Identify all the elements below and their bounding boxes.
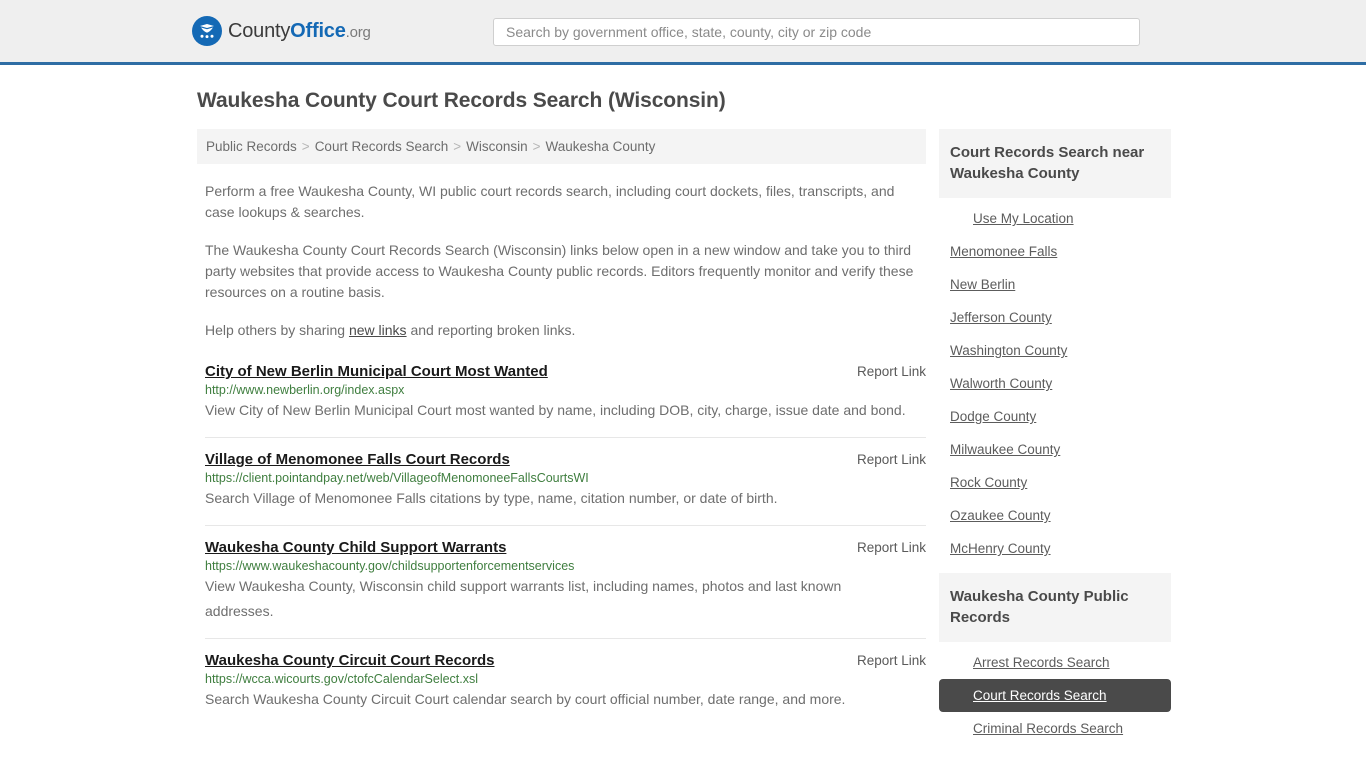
result-title-link[interactable]: Village of Menomonee Falls Court Records [205,451,510,468]
result-url[interactable]: https://client.pointandpay.net/web/Villa… [205,471,926,485]
site-logo-text: CountyOffice.org [228,20,371,43]
breadcrumb-separator: > [453,139,462,154]
intro-paragraph-1: Perform a free Waukesha County, WI publi… [205,183,895,220]
result-title-link[interactable]: City of New Berlin Municipal Court Most … [205,363,548,380]
breadcrumb-item-2[interactable]: Wisconsin [466,139,528,154]
result-header: Village of Menomonee Falls Court Records… [205,451,926,468]
result-title-link[interactable]: Waukesha County Child Support Warrants [205,539,506,556]
breadcrumb-item-1[interactable]: Court Records Search [315,139,449,154]
result-item: City of New Berlin Municipal Court Most … [205,363,926,438]
sidebar-item-court-records-search[interactable]: Court Records Search [939,679,1171,712]
search-input[interactable] [493,18,1140,46]
result-url[interactable]: http://www.newberlin.org/index.aspx [205,383,926,397]
result-title-link[interactable]: Waukesha County Circuit Court Records [205,652,494,669]
breadcrumb-item-3: Waukesha County [545,139,656,154]
report-link-button[interactable]: Report Link [857,653,926,668]
content-columns: Public Records > Court Records Search > Wisc… [197,129,1174,753]
result-description: Search Waukesha County Circuit Court cal… [205,691,846,707]
result-url[interactable]: https://www.waukeshacounty.gov/childsupp… [205,559,926,573]
sidebar: Court Records Search near Waukesha Count… [939,129,1171,753]
result-header: Waukesha County Child Support Warrants R… [205,539,926,556]
eagle-stars-emblem-icon [192,16,222,46]
brand-county-text: County [228,19,291,42]
site-header: CountyOffice.org [0,0,1366,65]
result-item: Village of Menomonee Falls Court Records… [205,451,926,526]
sidebar-item-walworth-county[interactable]: Walworth County [939,367,1171,400]
sidebar-item-menomonee-falls[interactable]: Menomonee Falls [939,235,1171,268]
result-description: View City of New Berlin Municipal Court … [205,402,906,418]
page-title: Waukesha County Court Records Search (Wi… [197,89,726,112]
sidebar-item-washington-county[interactable]: Washington County [939,334,1171,367]
result-item: Waukesha County Circuit Court Records Re… [205,652,926,726]
sidebar-heading-nearby: Court Records Search near Waukesha Count… [939,129,1171,198]
page-container: Waukesha County Court Records Search (Wi… [0,89,1366,753]
new-links-link[interactable]: new links [349,322,407,338]
sidebar-item-arrest-records-search[interactable]: Arrest Records Search [939,646,1171,679]
result-header: City of New Berlin Municipal Court Most … [205,363,926,380]
search-container [493,18,1140,46]
sidebar-item-new-berlin[interactable]: New Berlin [939,268,1171,301]
report-link-button[interactable]: Report Link [857,364,926,379]
sidebar-panel-nearby: Court Records Search near Waukesha Count… [939,129,1171,565]
intro-3-post: and reporting broken links. [406,322,576,338]
sidebar-item-use-my-location[interactable]: Use My Location [939,202,1171,235]
intro-paragraph-2: The Waukesha County Court Records Search… [205,242,914,300]
brand-org-text: .org [345,23,371,41]
result-header: Waukesha County Circuit Court Records Re… [205,652,926,669]
sidebar-item-mchenry-county[interactable]: McHenry County [939,532,1171,565]
sidebar-nearby-list: Use My Location Menomonee Falls New Berl… [939,198,1171,565]
site-logo[interactable]: CountyOffice.org [192,16,371,46]
intro-3-pre: Help others by sharing [205,322,349,338]
result-url[interactable]: https://wcca.wicourts.gov/ctofcCalendarS… [205,672,926,686]
sidebar-panel-public-records: Waukesha County Public Records Arrest Re… [939,573,1171,745]
results-list: City of New Berlin Municipal Court Most … [205,363,926,726]
intro-paragraph-3: Help others by sharing new links and rep… [205,320,919,341]
report-link-button[interactable]: Report Link [857,540,926,555]
sidebar-item-rock-county[interactable]: Rock County [939,466,1171,499]
breadcrumb: Public Records > Court Records Search > Wisc… [197,129,926,164]
brand-office-text: Office [290,19,346,42]
sidebar-item-criminal-records-search[interactable]: Criminal Records Search [939,712,1171,745]
breadcrumb-item-0[interactable]: Public Records [206,139,297,154]
breadcrumb-separator: > [301,139,310,154]
result-description: View Waukesha County, Wisconsin child su… [205,578,842,619]
sidebar-item-milwaukee-county[interactable]: Milwaukee County [939,433,1171,466]
sidebar-item-dodge-county[interactable]: Dodge County [939,400,1171,433]
result-item: Waukesha County Child Support Warrants R… [205,539,926,639]
sidebar-public-records-list: Arrest Records Search Court Records Sear… [939,642,1171,745]
result-description: Search Village of Menomonee Falls citati… [205,490,778,506]
sidebar-item-jefferson-county[interactable]: Jefferson County [939,301,1171,334]
sidebar-item-ozaukee-county[interactable]: Ozaukee County [939,499,1171,532]
sidebar-heading-public-records: Waukesha County Public Records [939,573,1171,642]
main-column: Public Records > Court Records Search > Wisc… [197,129,926,739]
breadcrumb-separator: > [532,139,541,154]
report-link-button[interactable]: Report Link [857,452,926,467]
